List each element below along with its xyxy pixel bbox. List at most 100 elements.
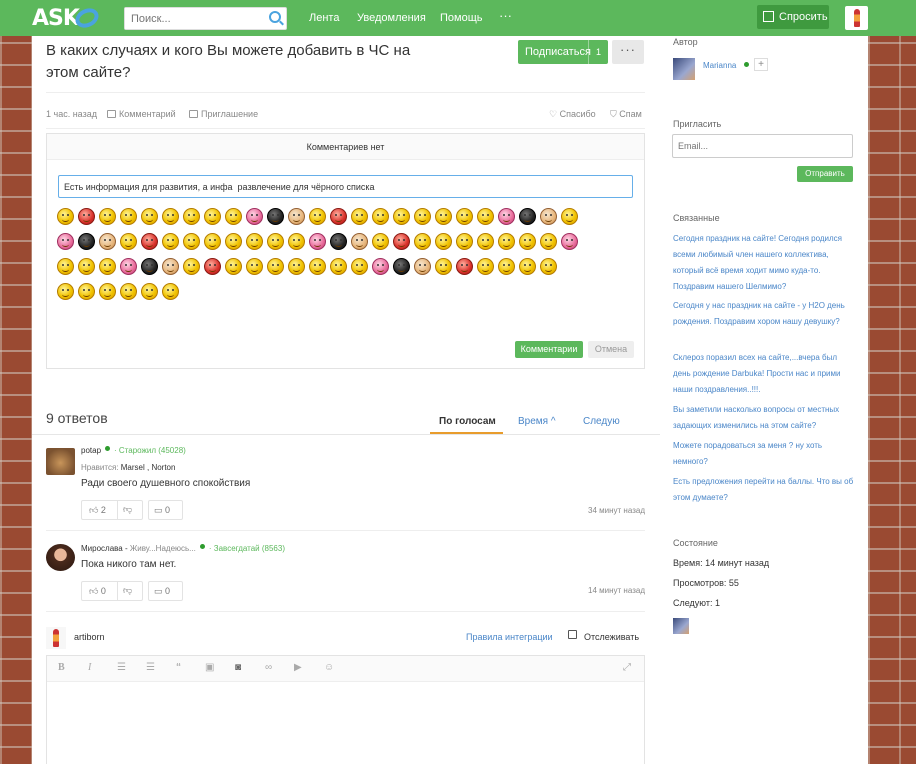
smiley-icon[interactable] xyxy=(57,208,74,225)
quote-icon[interactable]: “ xyxy=(176,662,181,673)
comment-link[interactable]: Комментарий xyxy=(107,109,176,119)
smiley-icon[interactable] xyxy=(498,258,515,275)
smiley-icon[interactable] xyxy=(351,208,368,225)
smiley-icon[interactable] xyxy=(561,233,578,250)
smiley-icon[interactable] xyxy=(309,208,326,225)
smiley-icon[interactable] xyxy=(330,233,347,250)
smiley-icon[interactable] xyxy=(435,233,452,250)
smiley-icon[interactable] xyxy=(120,283,137,300)
avatar[interactable] xyxy=(46,544,75,571)
spam-link[interactable]: ⛉ Спам xyxy=(610,109,642,120)
related-link[interactable]: Сегодня у нас праздник на сайте - у H2O … xyxy=(673,298,855,330)
smiley-icon[interactable] xyxy=(183,258,200,275)
smiley-icon[interactable] xyxy=(246,258,263,275)
upvote-button[interactable]: 👍︎ 2 xyxy=(82,501,118,519)
smiley-icon[interactable] xyxy=(288,233,305,250)
smiley-icon[interactable] xyxy=(78,208,95,225)
smiley-icon[interactable] xyxy=(498,208,515,225)
smiley-icon[interactable] xyxy=(204,208,221,225)
smiley-icon[interactable] xyxy=(225,233,242,250)
author-name[interactable]: Marianna xyxy=(703,61,736,70)
nav-notifications[interactable]: Уведомления xyxy=(357,12,426,24)
downvote-button[interactable]: 👎︎ xyxy=(123,504,132,515)
smiley-icon[interactable] xyxy=(456,258,473,275)
smiley-icon[interactable] xyxy=(99,208,116,225)
smiley-icon[interactable] xyxy=(393,258,410,275)
smiley-icon[interactable] xyxy=(456,208,473,225)
smiley-icon[interactable] xyxy=(519,258,536,275)
nav-help[interactable]: Помощь xyxy=(440,12,483,24)
related-link[interactable]: Можете порадоваться за меня ? ну хоть не… xyxy=(673,438,855,470)
smiley-icon[interactable] xyxy=(204,233,221,250)
smiley-icon[interactable] xyxy=(120,233,137,250)
smiley-icon[interactable] xyxy=(78,258,95,275)
question-more-button[interactable]: ··· xyxy=(612,40,644,64)
smiley-icon[interactable] xyxy=(99,258,116,275)
smiley-icon[interactable] xyxy=(225,258,242,275)
smiley-icon[interactable] xyxy=(120,208,137,225)
smiley-icon[interactable] xyxy=(141,208,158,225)
smiley-icon[interactable] xyxy=(204,258,221,275)
smiley-icon[interactable] xyxy=(267,233,284,250)
related-link[interactable]: Есть предложения перейти на баллы. Что в… xyxy=(673,474,855,506)
smiley-icon[interactable] xyxy=(78,233,95,250)
camera-icon[interactable]: ◙ xyxy=(235,662,241,673)
search-input[interactable] xyxy=(125,8,260,29)
smiley-icon[interactable] xyxy=(435,258,452,275)
smiley-icon[interactable] xyxy=(477,258,494,275)
email-field[interactable] xyxy=(672,134,853,158)
related-link[interactable]: Вы заметили насколько вопросы от местных… xyxy=(673,402,855,434)
username[interactable]: potap xyxy=(81,446,101,455)
fullscreen-icon[interactable]: ⤢ xyxy=(623,662,631,673)
comment-input[interactable] xyxy=(58,175,633,198)
smiley-icon[interactable] xyxy=(288,258,305,275)
smiley-icon[interactable] xyxy=(183,233,200,250)
subscribe-button[interactable]: Подписаться 1 xyxy=(518,40,608,64)
editor-textarea[interactable] xyxy=(47,682,644,764)
thanks-link[interactable]: ♡ Спасибо xyxy=(549,109,596,120)
smiley-icon[interactable] xyxy=(99,283,116,300)
smiley-icon[interactable] xyxy=(162,233,179,250)
smiley-icon[interactable] xyxy=(540,258,557,275)
downvote-button[interactable]: 👎︎ xyxy=(123,585,132,596)
smiley-icon[interactable] xyxy=(309,233,326,250)
smiley-icon[interactable] xyxy=(414,208,431,225)
integration-rules-link[interactable]: Правила интеграции xyxy=(466,632,553,642)
smiley-icon[interactable] xyxy=(57,258,74,275)
comment-cancel-button[interactable]: Отмена xyxy=(588,341,634,358)
smiley-icon[interactable] xyxy=(99,233,116,250)
italic-icon[interactable]: I xyxy=(88,662,91,673)
smiley-icon[interactable] xyxy=(372,258,389,275)
avatar[interactable] xyxy=(46,448,75,475)
related-link[interactable]: Сегодня праздник на сайте! Сегодня родил… xyxy=(673,231,855,295)
smiley-icon[interactable] xyxy=(456,233,473,250)
username[interactable]: Мирослава xyxy=(81,544,123,553)
smiley-icon[interactable] xyxy=(435,208,452,225)
send-invite-button[interactable]: Отправить xyxy=(797,166,853,182)
unordered-list-icon[interactable]: ☰ xyxy=(146,662,155,673)
sort-by-votes-tab[interactable]: По голосам xyxy=(439,416,496,427)
nav-feed[interactable]: Лента xyxy=(309,12,339,24)
link-icon[interactable]: ∞ xyxy=(265,662,272,673)
smiley-icon[interactable] xyxy=(141,258,158,275)
smiley-icon[interactable] xyxy=(540,208,557,225)
smiley-icon[interactable] xyxy=(246,233,263,250)
smiley-icon[interactable] xyxy=(540,233,557,250)
smiley-icon[interactable] xyxy=(162,283,179,300)
smiley-icon[interactable] xyxy=(519,233,536,250)
sort-following-tab[interactable]: Следую xyxy=(583,416,620,427)
logo[interactable]: ASK xyxy=(32,4,102,32)
emoji-icon[interactable]: ☺ xyxy=(324,662,334,673)
smiley-icon[interactable] xyxy=(57,233,74,250)
smiley-icon[interactable] xyxy=(330,258,347,275)
smiley-icon[interactable] xyxy=(414,233,431,250)
smiley-icon[interactable] xyxy=(120,258,137,275)
smiley-icon[interactable] xyxy=(141,233,158,250)
smiley-icon[interactable] xyxy=(162,208,179,225)
answer-comments-button[interactable]: ▭ 0 xyxy=(148,581,183,601)
comment-submit-button[interactable]: Комментарии xyxy=(515,341,583,358)
smiley-icon[interactable] xyxy=(393,208,410,225)
smiley-icon[interactable] xyxy=(246,208,263,225)
author-avatar[interactable] xyxy=(673,58,695,80)
image-icon[interactable]: ▣ xyxy=(205,662,214,673)
